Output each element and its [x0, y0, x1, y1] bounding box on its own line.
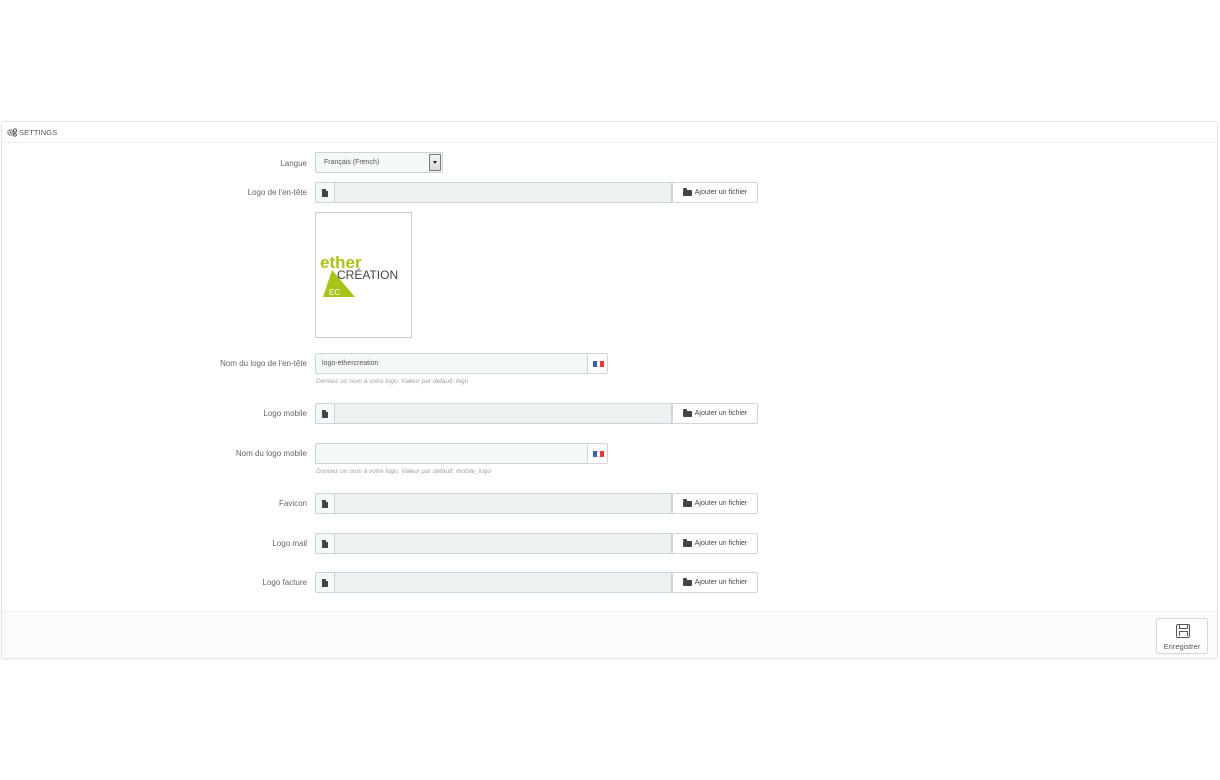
header-logo-add-file-button[interactable]: Ajouter un fichier	[672, 182, 758, 203]
save-button-label: Enregistrer	[1163, 642, 1201, 651]
file-icon	[322, 410, 328, 418]
mobile-logo-label: Logo mobile	[263, 409, 307, 418]
header-logo-label: Logo de l'en-tête	[247, 188, 307, 197]
mail-logo-label: Logo mail	[272, 539, 307, 548]
header-logo-file-field[interactable]	[334, 182, 672, 203]
panel-title: SETTINGS	[19, 127, 58, 137]
folder-open-icon	[682, 577, 692, 586]
file-icon	[322, 579, 328, 587]
header-logo-upload: Ajouter un fichier	[315, 182, 758, 203]
mobile-logo-name-label: Nom du logo mobile	[235, 449, 307, 458]
favicon-file-field[interactable]	[334, 493, 672, 514]
french-flag-icon	[593, 451, 605, 457]
folder-open-icon	[682, 187, 692, 196]
invoice-logo-label: Logo facture	[262, 578, 307, 587]
favicon-add-file-button[interactable]: Ajouter un fichier	[672, 493, 758, 514]
logo-creation-text: CRÉATION	[337, 267, 398, 282]
floppy-icon	[1176, 624, 1190, 638]
language-flag-button[interactable]	[587, 443, 608, 464]
invoice-logo-file-field[interactable]	[334, 572, 672, 593]
header-logo-name-help: Donnez un nom à votre logo. Valeur par d…	[316, 378, 469, 385]
settings-panel: SETTINGS Langue Français (French) Logo d…	[1, 121, 1218, 659]
panel-footer: Enregistrer	[2, 611, 1217, 658]
ethercreation-logo: ether CRÉATION EC	[320, 253, 398, 297]
mobile-logo-name-group	[315, 443, 608, 464]
mobile-logo-name-help: Donnez un nom à votre logo. Valeur par d…	[316, 468, 492, 475]
file-icon	[322, 500, 328, 508]
favicon-upload: Ajouter un fichier	[315, 493, 758, 514]
chevron-down-icon[interactable]	[429, 154, 441, 171]
invoice-logo-upload: Ajouter un fichier	[315, 572, 758, 593]
mail-logo-upload: Ajouter un fichier	[315, 533, 758, 554]
mobile-logo-name-input[interactable]	[315, 443, 588, 464]
langue-select[interactable]: Français (French)	[315, 152, 443, 173]
file-icon	[322, 189, 328, 197]
folder-open-icon	[682, 538, 692, 547]
folder-open-icon	[682, 498, 692, 507]
file-icon	[322, 540, 328, 548]
language-flag-button[interactable]	[587, 353, 608, 374]
mail-logo-file-field[interactable]	[334, 533, 672, 554]
header-logo-name-group: logo-ethercreation	[315, 353, 608, 374]
header-logo-name-input[interactable]: logo-ethercreation	[315, 353, 588, 374]
mobile-logo-add-file-button[interactable]: Ajouter un fichier	[672, 403, 758, 424]
save-button[interactable]: Enregistrer	[1156, 618, 1208, 654]
panel-heading: SETTINGS	[2, 122, 1217, 143]
header-logo-name-label: Nom du logo de l'en-tête	[220, 359, 307, 368]
invoice-logo-add-file-button[interactable]: Ajouter un fichier	[672, 572, 758, 593]
folder-open-icon	[682, 408, 692, 417]
mobile-logo-file-field[interactable]	[334, 403, 672, 424]
header-logo-preview: ether CRÉATION EC	[315, 212, 412, 338]
logo-ec-text: EC	[329, 288, 340, 297]
mail-logo-add-file-button[interactable]: Ajouter un fichier	[672, 533, 758, 554]
french-flag-icon	[593, 361, 605, 367]
langue-label: Langue	[280, 159, 307, 168]
favicon-label: Favicon	[278, 499, 307, 508]
langue-select-value: Français (French)	[324, 159, 380, 166]
mobile-logo-upload: Ajouter un fichier	[315, 403, 758, 424]
cogs-icon	[7, 127, 17, 137]
